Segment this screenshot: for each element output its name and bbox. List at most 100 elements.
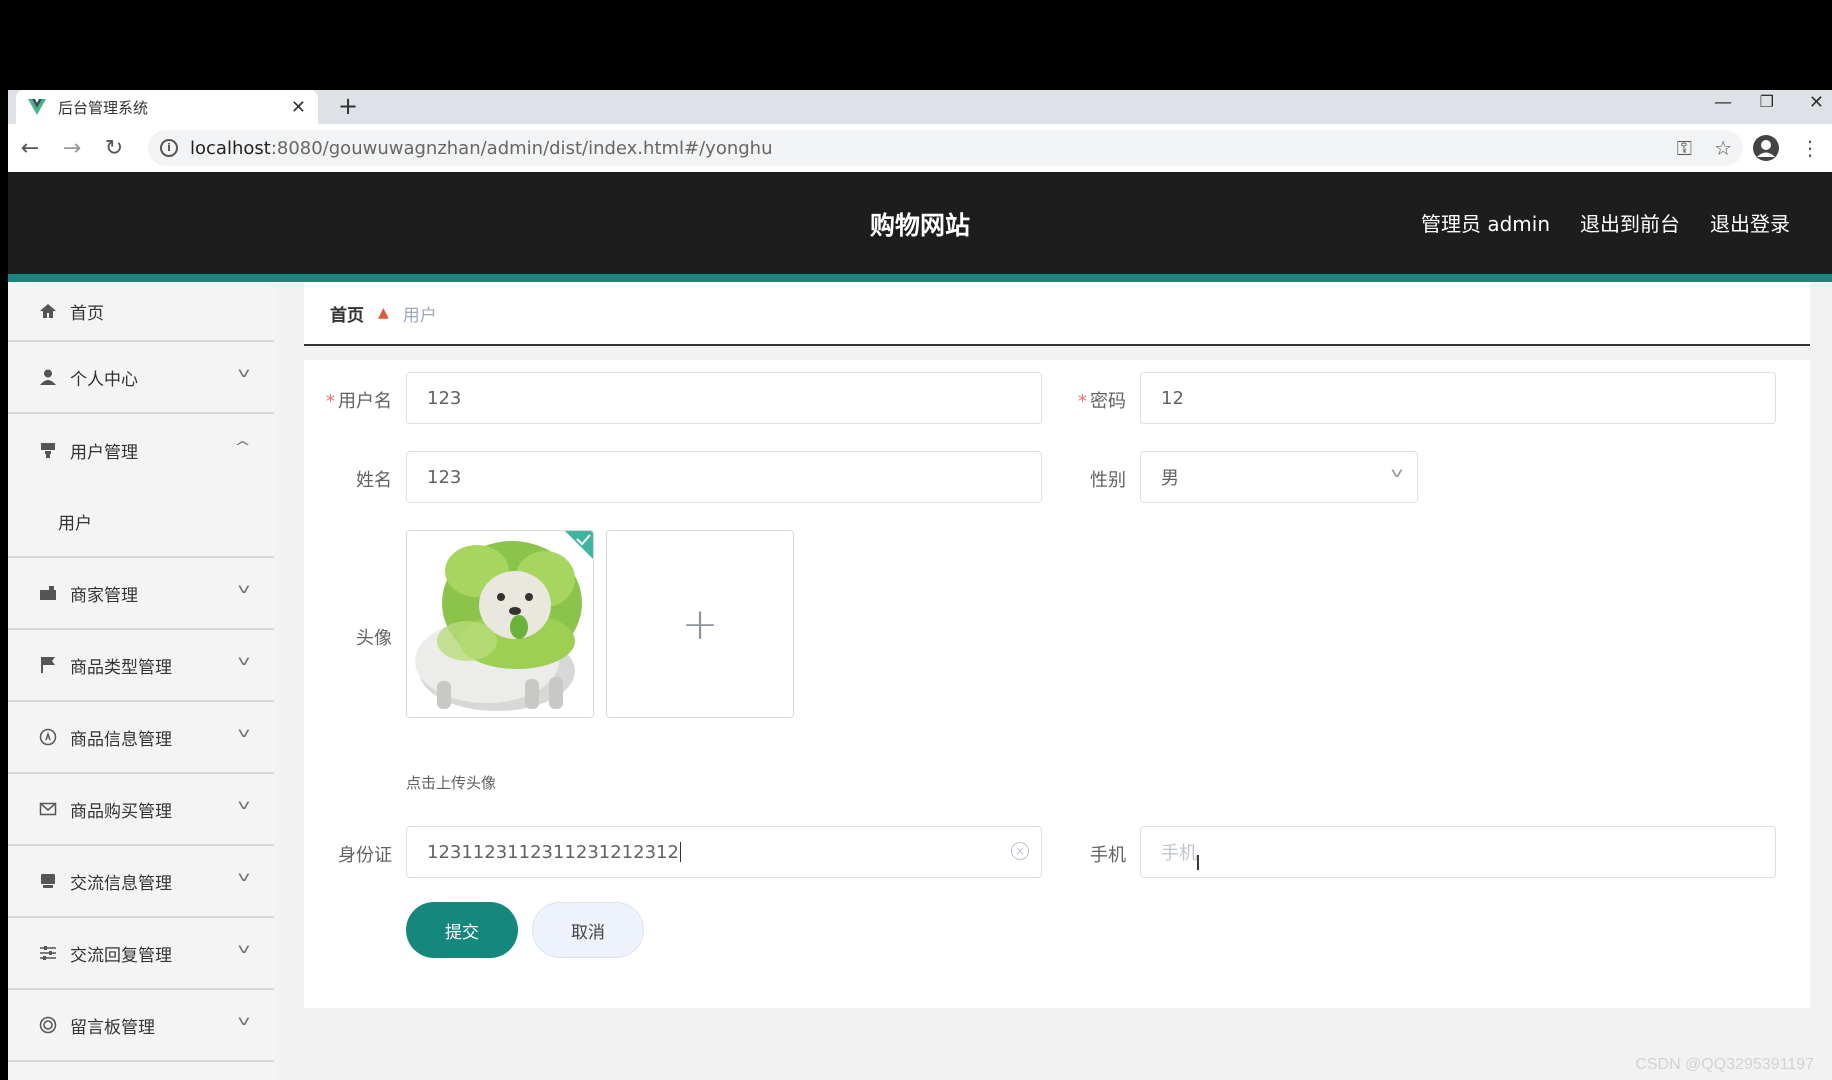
sidebar-item-label: 商家管理 [70, 585, 138, 606]
breadcrumb-home[interactable]: 首页 [330, 301, 364, 326]
home-icon [38, 301, 58, 321]
gender-label: 性别 [1090, 470, 1126, 491]
top-header: 购物网站 管理员 admin 退出到前台 退出登录 [8, 172, 1832, 274]
chevron-down-icon: v [237, 654, 251, 669]
forward-icon[interactable]: → [52, 128, 92, 168]
back-to-front-link[interactable]: 退出到前台 [1580, 208, 1680, 237]
vue-logo-icon [28, 99, 46, 115]
chevron-down-icon: v [237, 582, 251, 597]
sidebar-item-label: 交流信息管理 [70, 873, 172, 894]
star-icon[interactable]: ☆ [1714, 136, 1732, 160]
app: 购物网站 管理员 admin 退出到前台 退出登录 首页 个人中心 v 用户管理… [8, 172, 1832, 1080]
cabbage-dog-picture [407, 531, 593, 717]
username-input[interactable]: 123 [406, 372, 1042, 424]
idcard-input[interactable]: 123112311231123121231​2 × [406, 826, 1042, 878]
sidebar-item-purchase-management[interactable]: 商品购买管理 v [8, 774, 274, 846]
sidebar-item-profile[interactable]: 个人中心 v [8, 342, 274, 414]
text-select-cursor-icon: I [1195, 851, 1201, 875]
chevron-down-icon: v [237, 366, 251, 381]
back-icon[interactable]: ← [10, 128, 50, 168]
sidebar-item-reply-management[interactable]: 交流回复管理 v [8, 918, 274, 990]
sidebar-item-user-management[interactable]: 用户管理 ^ [8, 414, 274, 486]
restore-icon[interactable]: ❐ [1760, 92, 1774, 111]
submit-button[interactable]: 提交 [406, 902, 518, 958]
idcard-value: 123112311231123121231​2 [427, 841, 679, 863]
idcard-label: 身份证 [338, 845, 392, 866]
sidebar-item-product-info-management[interactable]: 商品信息管理 v [8, 702, 274, 774]
sidebar-item-label: 首页 [70, 303, 104, 324]
sidebar-subitem-user[interactable]: 用户 [8, 486, 274, 558]
username-value: 123 [427, 387, 462, 409]
password-input[interactable]: 12 [1140, 372, 1776, 424]
main-content: 首页 ▲ 用户 * 用户名 123 * 密码 12 姓名 123 性别 男 v … [304, 282, 1810, 1080]
tab-strip: 后台管理系统 ✕ + — ❐ ✕ [8, 90, 1832, 124]
chevron-down-icon: v [1390, 466, 1404, 481]
browser-window: 后台管理系统 ✕ + — ❐ ✕ ← → ↻ i localhost:8080/… [8, 90, 1832, 1080]
sidebar-item-label: 交流回复管理 [70, 945, 172, 966]
password-label: * 密码 [1078, 391, 1126, 412]
minimize-icon[interactable]: — [1714, 92, 1732, 113]
close-tab-icon[interactable]: ✕ [291, 97, 306, 118]
username-label: * 用户名 [326, 391, 392, 412]
name-value: 123 [427, 466, 462, 488]
tab-title: 后台管理系统 [58, 98, 149, 117]
sidebar-item-label: 个人中心 [70, 369, 138, 390]
more-menu-icon[interactable]: ⋮ [1800, 136, 1820, 160]
screen: 后台管理系统 ✕ + — ❐ ✕ ← → ↻ i localhost:8080/… [0, 0, 1832, 1080]
accent-bar [8, 274, 1832, 282]
avatar-upload-hint: 点击上传头像 [406, 774, 497, 792]
chevron-up-icon: ^ [233, 440, 252, 455]
breadcrumb-separator-icon: ▲ [378, 305, 389, 321]
sidebar-item-category-management[interactable]: 商品类型管理 v [8, 630, 274, 702]
sidebar-item-exchange-info-management[interactable]: 交流信息管理 v [8, 846, 274, 918]
breadcrumb-current: 用户 [402, 305, 437, 326]
breadcrumb: 首页 ▲ 用户 [304, 282, 1810, 346]
name-input[interactable]: 123 [406, 451, 1042, 503]
sidebar-item-label: 留言板管理 [70, 1017, 155, 1038]
chevron-down-icon: v [237, 870, 251, 885]
url-path: :8080/gouwuwagnzhan/admin/dist/index.htm… [270, 137, 773, 159]
reload-icon[interactable]: ↻ [94, 128, 134, 168]
sidebar-item-label: 用户管理 [70, 442, 138, 463]
gender-select[interactable]: 男 v [1140, 451, 1418, 503]
clear-icon[interactable]: × [1011, 842, 1029, 860]
plus-icon: + [681, 598, 719, 650]
chevron-down-icon: v [237, 942, 251, 957]
sidebar: 首页 个人中心 v 用户管理 ^ 用户 商家管理 v 商品类型管理 v 商品信息… [8, 282, 274, 1080]
avatar-upload-button[interactable]: + [606, 530, 794, 718]
sidebar-item-label: 商品信息管理 [70, 729, 172, 750]
new-tab-icon[interactable]: + [338, 92, 358, 120]
cancel-button[interactable]: 取消 [532, 902, 644, 958]
header-actions: 管理员 admin 退出到前台 退出登录 [1421, 208, 1790, 237]
key-icon[interactable]: ⚿ [1677, 136, 1692, 160]
sidebar-item-home[interactable]: 首页 [8, 282, 274, 342]
avatar-image[interactable] [406, 530, 594, 718]
sidebar-item-merchant-management[interactable]: 商家管理 v [8, 558, 274, 630]
user-icon [38, 367, 58, 387]
url-host: localhost [190, 137, 271, 159]
chevron-down-icon: v [237, 726, 251, 741]
chevron-down-icon: v [237, 798, 251, 813]
chat-icon [38, 871, 58, 891]
site-info-icon[interactable]: i [160, 139, 178, 157]
logout-link[interactable]: 退出登录 [1710, 208, 1790, 237]
browser-tab[interactable]: 后台管理系统 ✕ [16, 90, 318, 124]
close-window-icon[interactable]: ✕ [1809, 92, 1824, 113]
ring-icon [38, 1015, 58, 1035]
users-icon [38, 440, 58, 460]
profile-icon[interactable] [1752, 134, 1780, 162]
text-cursor [679, 842, 681, 862]
password-value: 12 [1161, 387, 1184, 409]
sidebar-item-message-board-management[interactable]: 留言板管理 v [8, 990, 274, 1062]
phone-input[interactable]: 手机 I [1140, 826, 1776, 878]
store-icon [38, 583, 58, 603]
browser-toolbar: ← → ↻ i localhost:8080/gouwuwagnzhan/adm… [8, 124, 1832, 172]
address-bar[interactable]: i localhost:8080/gouwuwagnzhan/admin/dis… [148, 130, 1743, 166]
avatar-label: 头像 [356, 628, 392, 649]
sliders-icon [38, 943, 58, 963]
watermark: CSDN @QQ3295391197 [1635, 1056, 1814, 1073]
user-form: * 用户名 123 * 密码 12 姓名 123 性别 男 v 头像 + 点击上… [304, 360, 1810, 1008]
phone-label: 手机 [1090, 845, 1126, 866]
url-text: localhost:8080/gouwuwagnzhan/admin/dist/… [190, 138, 773, 159]
gender-value: 男 [1161, 468, 1179, 489]
